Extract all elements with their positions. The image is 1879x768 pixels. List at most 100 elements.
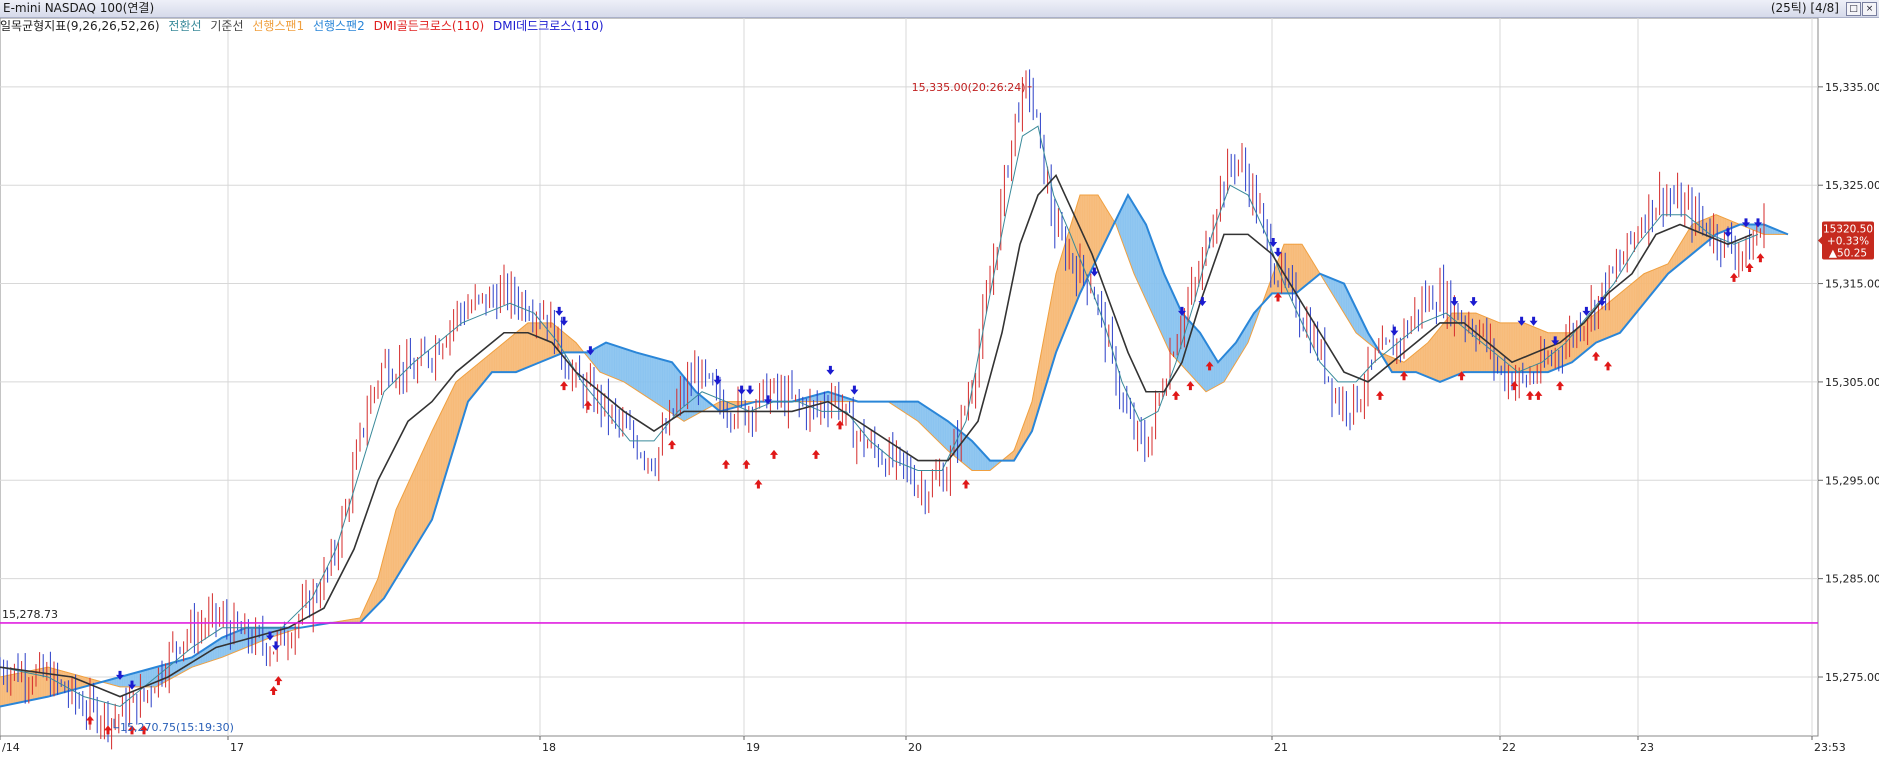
cloud-segment [1216,359,1220,387]
last-price-text: +0.33% [1827,235,1869,247]
cloud-segment [626,348,630,386]
cloud-segment [926,406,930,433]
cloud-segment [662,359,666,410]
price-chart[interactable]: 15,275.00 15,285.00 15,295.00 15,305.00 15,3… [0,18,1879,768]
cloud-segment [1211,351,1215,389]
cloud-segment [1437,326,1441,383]
cloud-segment [1624,286,1628,328]
maximize-button[interactable]: □ [1846,2,1861,16]
cloud-segment [1420,345,1424,376]
cloud-segment [966,436,970,470]
cloud-segment [566,334,570,353]
cloud-segment [1158,260,1162,335]
cloud-segment [218,637,222,659]
cloud-segment [474,363,478,394]
cloud-segment [1134,205,1138,282]
cloud-segment [1154,247,1158,324]
cloud-segment [1300,243,1304,291]
cloud-segment [1161,267,1165,340]
y-tick-label: 15,315.00 [1825,278,1879,291]
y-tick-label: 15,325.00 [1825,179,1879,192]
cloud-segment [628,349,632,388]
cloud-segment [1418,347,1422,375]
cloud-segment [1142,217,1146,298]
cloud-segment [1434,329,1438,382]
cloud-segment [542,322,546,362]
cloud-segment [1144,222,1148,303]
cloud-segment [470,367,474,400]
y-tick-label: 15,285.00 [1825,573,1879,586]
cloud-segment [964,434,968,468]
legend-ichimoku: 일목균형지표(9,26,26,52,26) [0,19,160,33]
cloud-segment [1089,194,1093,274]
cloud-segment [916,401,920,424]
cloud-segment [400,493,404,572]
cloud-segment [1139,213,1143,293]
cloud-segment [640,353,644,396]
cloud-segment [1218,357,1222,386]
x-tick-label: 19 [746,741,760,754]
cloud-segment [1720,216,1724,233]
cloud-segment [974,442,978,471]
cloud-segment [1722,217,1726,232]
cloud-segment [1127,193,1131,264]
cloud-segment [602,342,606,375]
cloud-segment [1427,338,1431,379]
cloud-segment [604,342,608,376]
cloud-segment [410,472,414,557]
cloud-segment [1341,282,1345,315]
cloud-segment [395,504,399,580]
cloud-segment [122,675,126,688]
high-marker-label: 15,335.00(20:26:24) [912,81,1026,94]
cloud-segment [1401,360,1405,373]
cloud-segment [1058,257,1062,347]
x-tick-label: 23 [1640,741,1654,754]
cloud-segment [623,348,627,385]
cloud-segment [1170,289,1174,358]
cloud-segment [945,419,949,452]
cloud-segment [429,430,433,525]
cloud-segment [506,338,510,373]
cloud-segment [518,328,522,372]
cloud-segment [220,636,224,659]
legend-tenkan: 전환선 [168,19,202,33]
cloud-segment [1718,215,1722,234]
cloud-segment [635,352,639,392]
cloud-segment [443,401,447,481]
cloud-segment [1096,194,1100,260]
cloud-segment [1634,278,1638,316]
y-tick-label: 15,295.00 [1825,474,1879,487]
cloud-segment [942,417,946,450]
cloud-segment [642,353,646,397]
cloud-segment [390,518,394,588]
cloud-segment [215,639,219,660]
cloud-segment [1060,250,1064,341]
x-tick-label: 18 [542,741,556,754]
legend-span2: 선행스팬2 [312,19,365,33]
cloud-segment [491,349,495,373]
cloud-segment [398,499,402,576]
cloud-segment [441,406,445,489]
cloud-segment [616,345,620,381]
cloud-segment [906,401,910,417]
cloud-segment [1511,322,1515,373]
cloud-segment [446,396,450,473]
cloud-segment [1514,322,1518,373]
cloud-segment [407,478,411,561]
cloud-segment [1149,234,1153,314]
cloud-segment [1055,265,1059,353]
cloud-segment [424,441,428,533]
cloud-segment [930,409,934,438]
cloud-segment [1617,292,1621,335]
cloud-segment [172,661,176,679]
cloud-segment [1305,249,1309,287]
close-button[interactable]: × [1862,2,1877,16]
cloud-segment [472,365,476,397]
cloud-segment [1614,294,1618,336]
cloud-segment [599,344,603,374]
cloud-segment [417,457,421,545]
cloud-segment [563,332,567,353]
y-tick-label: 15,275.00 [1825,671,1879,684]
cloud-segment [503,339,507,373]
cloud-segment [1643,272,1647,305]
